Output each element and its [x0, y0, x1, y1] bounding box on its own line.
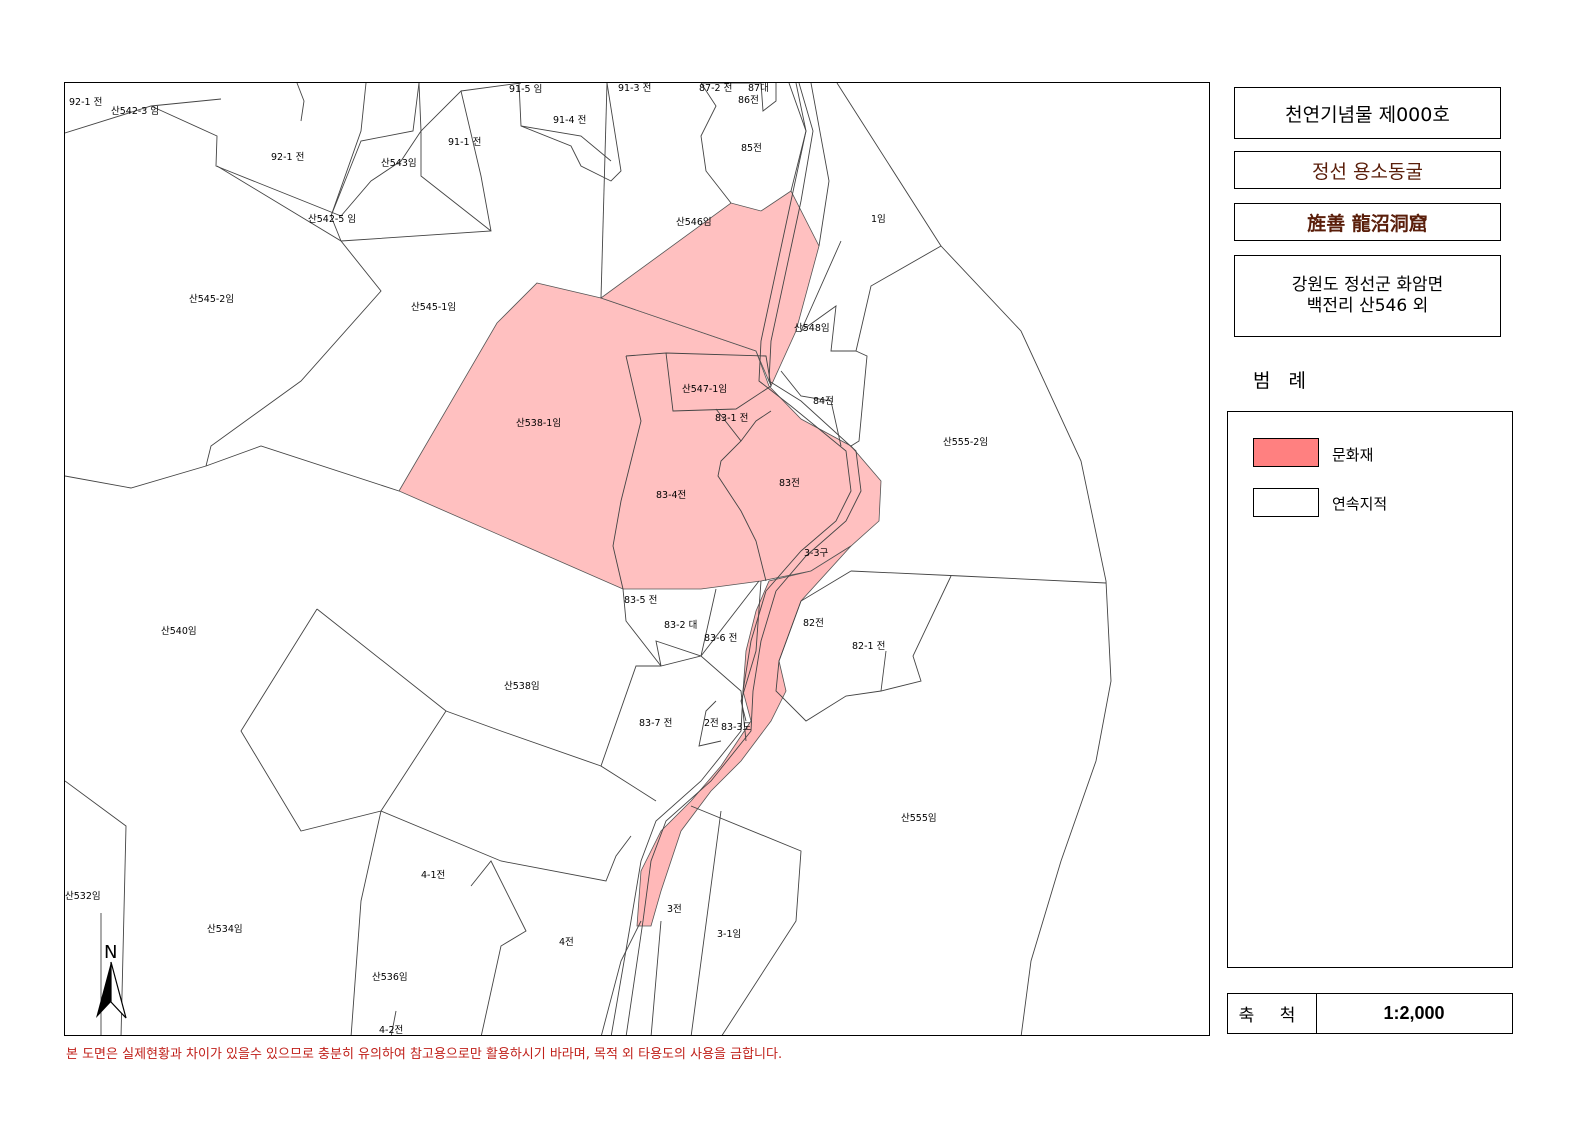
- parcel-label: 83-3도: [721, 722, 752, 733]
- parcel-label: 산543임: [381, 157, 417, 169]
- parcel-labels: 92-1 전 산542-3 임 92-1 전 산543임 91-5 임 91-3…: [65, 83, 988, 1036]
- legend-label-heritage: 문화재: [1332, 446, 1374, 464]
- north-label: N: [104, 942, 117, 963]
- north-arrow-icon: [96, 962, 111, 1018]
- scale-value: 1:2,000: [1383, 1003, 1445, 1023]
- parcel-label: 3-1임: [717, 928, 741, 940]
- cadastral-map[interactable]: 92-1 전 산542-3 임 92-1 전 산543임 91-5 임 91-3…: [64, 82, 1210, 1036]
- parcel-label: 91-4 전: [553, 115, 586, 126]
- scale-label: 축 척: [1228, 994, 1317, 1033]
- parcel-label: 91-3 전: [618, 83, 651, 94]
- legend-label-parcel: 연속지적: [1332, 495, 1388, 513]
- parcel-label: 83-5 전: [624, 595, 657, 606]
- parcel-label: 1임: [871, 213, 886, 225]
- parcel-label: 83-4전: [656, 490, 686, 501]
- scale-box: 축 척 1:2,000: [1227, 993, 1513, 1034]
- parcel-label: 산548임: [794, 322, 830, 334]
- parcel-label: 산555-2임: [943, 436, 988, 448]
- site-name-hanja-text: 旌善 龍沼洞窟: [1307, 212, 1428, 235]
- parcel-label: 산545-2임: [189, 293, 234, 305]
- parcel-label: 산538-1임: [516, 417, 561, 429]
- address-box: 강원도 정선군 화암면 백전리 산546 외: [1234, 255, 1501, 337]
- parcel-label: 92-1 전: [271, 152, 304, 163]
- parcel-label: 86전: [738, 95, 759, 106]
- parcel-label: 83-2 대: [664, 620, 697, 631]
- parcel-label: 산545-1임: [411, 301, 456, 313]
- parcel-label: 산547-1임: [682, 383, 727, 395]
- legend: 문화재 연속지적: [1227, 411, 1513, 968]
- parcel-label: 3전: [667, 904, 682, 915]
- parcel-label: 4-2전: [379, 1025, 403, 1036]
- designation-title-text: 천연기념물 제000호: [1285, 103, 1450, 126]
- designation-title: 천연기념물 제000호: [1234, 87, 1501, 139]
- map-canvas: 92-1 전 산542-3 임 92-1 전 산543임 91-5 임 91-3…: [65, 83, 1112, 1036]
- address-line-1: 강원도 정선군 화암면: [1291, 274, 1444, 295]
- parcel-label: 87-2 전: [699, 83, 732, 94]
- north-arrow: N: [92, 940, 132, 1026]
- parcel-label: 산532임: [65, 890, 101, 902]
- heritage-stream: [636, 545, 852, 927]
- parcel-label: 산546임: [676, 216, 712, 228]
- parcel-label: 4-1전: [421, 870, 445, 881]
- legend-swatch-heritage: [1253, 438, 1319, 467]
- parcel-label: 4전: [559, 937, 574, 948]
- parcel-label: 83전: [779, 478, 800, 489]
- parcel-label: 85전: [741, 143, 762, 154]
- parcel-label: 산534임: [207, 923, 243, 935]
- parcel-label: 83-6 전: [704, 633, 737, 644]
- parcel-label: 산540임: [161, 625, 197, 637]
- parcel-label: 84전: [813, 396, 834, 407]
- parcel-label: 산536임: [372, 971, 408, 983]
- parcel-label: 82-1 전: [852, 641, 885, 652]
- site-name-korean-text: 정선 용소동굴: [1312, 160, 1423, 183]
- parcel-label: 2전: [704, 718, 719, 729]
- parcel-label: 91-5 임: [509, 83, 542, 95]
- parcel-label: 3-3구: [804, 548, 829, 559]
- parcel-label: 87대: [748, 83, 769, 94]
- parcel-label: 91-1 전: [448, 137, 481, 148]
- parcel-label: 산555임: [901, 812, 937, 824]
- parcel-label: 산542-3 임: [111, 105, 159, 117]
- address-line-2: 백전리 산546 외: [1306, 296, 1429, 316]
- site-name-korean: 정선 용소동굴: [1234, 151, 1501, 189]
- legend-title: 범 례: [1253, 370, 1312, 392]
- parcel-label: 82전: [803, 618, 824, 629]
- parcel-label: 83-7 전: [639, 718, 672, 729]
- parcel-label: 산538임: [504, 680, 540, 692]
- parcel-label: 산542-5 임: [308, 213, 356, 225]
- parcel-label: 92-1 전: [69, 97, 102, 108]
- site-name-hanja: 旌善 龍沼洞窟: [1234, 203, 1501, 241]
- legend-swatch-parcel: [1253, 488, 1319, 517]
- disclaimer-text: 본 도면은 실제현황과 차이가 있을수 있으므로 충분히 유의하여 참고용으로만…: [66, 1047, 783, 1062]
- parcel-label: 83-1 전: [715, 413, 748, 424]
